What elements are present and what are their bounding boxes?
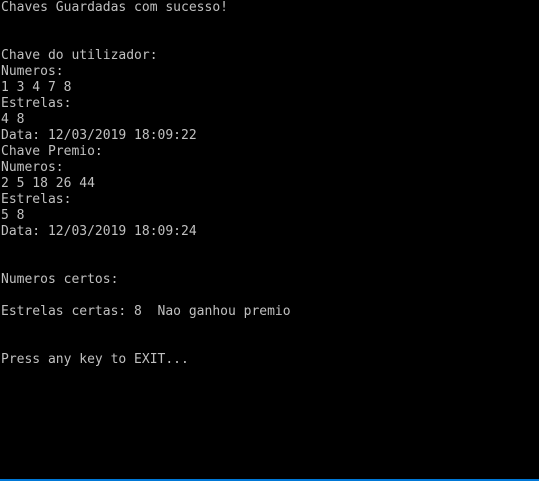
correct-stars-result-line: Estrelas certas: 8 Nao ganhou premio: [1, 304, 291, 319]
status-message: Chaves Guardadas com sucesso!: [1, 0, 228, 15]
prize-stars-label: Estrelas:: [1, 192, 72, 207]
exit-prompt: Press any key to EXIT...: [1, 352, 189, 367]
prize-key-heading: Chave Premio:: [1, 144, 103, 159]
user-stars-value: 4 8: [1, 112, 25, 127]
prize-key-date: Data: 12/03/2019 18:09:24: [1, 224, 197, 239]
prize-numbers-value: 2 5 18 26 44: [1, 176, 95, 191]
console-window[interactable]: Chaves Guardadas com sucesso! Chave do u…: [0, 0, 539, 481]
user-stars-label: Estrelas:: [1, 96, 72, 111]
user-numbers-value: 1 3 4 7 8: [1, 80, 72, 95]
prize-numbers-label: Numeros:: [1, 160, 64, 175]
prize-stars-value: 5 8: [1, 208, 25, 223]
user-numbers-label: Numeros:: [1, 64, 64, 79]
user-key-heading: Chave do utilizador:: [1, 48, 158, 63]
correct-numbers-line: Numeros certos:: [1, 272, 119, 287]
user-key-date: Data: 12/03/2019 18:09:22: [1, 128, 197, 143]
